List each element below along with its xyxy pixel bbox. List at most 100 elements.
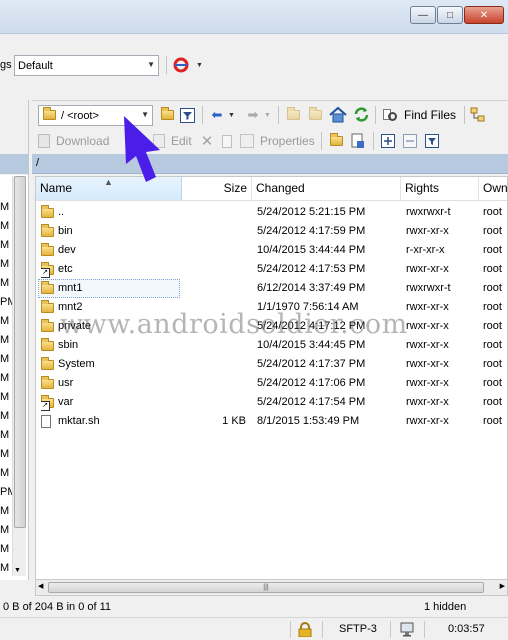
- file-owner: root: [483, 301, 502, 313]
- file-size: [184, 241, 246, 260]
- local-list-item[interactable]: M: [0, 350, 12, 369]
- sync-icon[interactable]: [172, 56, 190, 74]
- local-list-item[interactable]: M: [0, 540, 12, 559]
- folder-icon: [41, 241, 55, 260]
- local-list-item[interactable]: M: [0, 255, 12, 274]
- local-list-item[interactable]: M: [0, 217, 12, 236]
- file-row[interactable]: mktar.sh 1 KB 8/1/2015 1:53:49 PM rwxr-xr-x…: [36, 412, 507, 431]
- filter-icon[interactable]: [178, 106, 196, 124]
- local-list-item[interactable]: M: [0, 236, 12, 255]
- minimize-button[interactable]: —: [410, 6, 436, 24]
- folder-icon: [41, 317, 55, 336]
- scroll-right-icon[interactable]: ▶: [500, 582, 505, 590]
- parent-directory-icon[interactable]: [284, 106, 302, 124]
- toolbar-separator: [278, 106, 279, 124]
- local-list-item[interactable]: M: [0, 559, 12, 578]
- file-row[interactable]: var 5/24/2012 4:17:54 PM rwxr-xr-x root: [36, 393, 507, 412]
- scrollbar-thumb[interactable]: [14, 176, 26, 528]
- session-time: 0:03:57: [448, 623, 485, 635]
- remote-path-bar: /: [32, 154, 508, 174]
- unselect-files-icon[interactable]: [401, 132, 419, 150]
- local-list-item[interactable]: M: [0, 445, 12, 464]
- transfer-settings-select[interactable]: Default ▼: [14, 55, 159, 76]
- column-header-rights[interactable]: Rights: [401, 177, 479, 200]
- network-icon: [400, 622, 416, 640]
- file-size: [184, 222, 246, 241]
- file-rights: rwxrwxr-t: [406, 206, 451, 218]
- file-owner: root: [483, 244, 502, 256]
- refresh-icon[interactable]: [352, 105, 370, 123]
- column-header-size[interactable]: Size: [182, 177, 252, 200]
- local-list-item[interactable]: M: [0, 426, 12, 445]
- maximize-button[interactable]: □: [437, 6, 463, 24]
- close-button[interactable]: ✕: [464, 6, 504, 24]
- file-row[interactable]: bin 5/24/2012 4:17:59 PM rwxr-xr-x root: [36, 222, 507, 241]
- delete-icon[interactable]: ✕: [198, 132, 216, 150]
- window-title-bar: — □ ✕: [0, 0, 508, 34]
- settings-label: gs: [0, 59, 12, 71]
- local-list-item[interactable]: M: [0, 407, 12, 426]
- rename-icon[interactable]: [218, 132, 236, 150]
- horizontal-scrollbar[interactable]: ◀ ||| ▶: [35, 580, 508, 596]
- file-row[interactable]: etc 5/24/2012 4:17:53 PM rwxr-xr-x root: [36, 260, 507, 279]
- select-files-icon[interactable]: [379, 132, 397, 150]
- toolbar-separator: [321, 132, 322, 150]
- find-files-button[interactable]: Find Files: [383, 106, 456, 124]
- local-list-item[interactable]: M: [0, 369, 12, 388]
- properties-button[interactable]: Properties: [240, 132, 315, 150]
- folder-link-icon: [41, 260, 55, 279]
- file-owner: root: [483, 263, 502, 275]
- scrollbar-thumb[interactable]: |||: [48, 582, 484, 593]
- properties-label: Properties: [260, 134, 315, 148]
- column-header-owner[interactable]: Owner: [479, 177, 507, 200]
- file-row[interactable]: System 5/24/2012 4:17:37 PM rwxr-xr-x root: [36, 355, 507, 374]
- local-list-item[interactable]: M: [0, 331, 12, 350]
- file-row[interactable]: .. 5/24/2012 5:21:15 PM rwxrwxr-t root: [36, 203, 507, 222]
- file-owner: root: [483, 339, 502, 351]
- local-list-item[interactable]: M: [0, 274, 12, 293]
- local-path-bar: [0, 154, 29, 174]
- folder-icon: [41, 222, 55, 241]
- file-row[interactable]: usr 5/24/2012 4:17:06 PM rwxr-xr-x root: [36, 374, 507, 393]
- column-header-changed[interactable]: Changed: [252, 177, 401, 200]
- protocol-label: SFTP-3: [339, 623, 377, 635]
- local-list-item[interactable]: M: [0, 502, 12, 521]
- chevron-down-icon[interactable]: ▼: [228, 112, 235, 119]
- local-vertical-scrollbar[interactable]: ▼: [12, 176, 26, 576]
- chevron-down-icon[interactable]: ▼: [264, 112, 271, 119]
- file-row[interactable]: dev 10/4/2015 3:44:44 PM r-xr-xr-x root: [36, 241, 507, 260]
- file-owner: root: [483, 206, 502, 218]
- tree-view-icon[interactable]: [469, 106, 487, 124]
- new-file-icon[interactable]: [349, 132, 367, 150]
- filter-selection-icon[interactable]: [423, 132, 441, 150]
- file-rights: rwxr-xr-x: [406, 339, 449, 351]
- watermark-text: www.androidsoldier.com: [60, 309, 408, 340]
- local-list-item[interactable]: M: [0, 198, 12, 217]
- status-bar: SFTP-3 0:03:57: [0, 617, 508, 640]
- local-list-item[interactable]: PM: [0, 293, 12, 312]
- local-list-item[interactable]: PM: [0, 483, 12, 502]
- file-name: System: [58, 358, 95, 370]
- local-list-item[interactable]: M: [0, 521, 12, 540]
- scroll-down-icon[interactable]: ▼: [14, 567, 21, 574]
- sort-ascending-icon: ▲: [104, 177, 113, 187]
- file-size: [184, 393, 246, 412]
- new-folder-icon[interactable]: [327, 132, 345, 150]
- back-arrow-icon[interactable]: ⬅: [208, 106, 226, 124]
- file-size: [184, 279, 246, 298]
- chevron-down-icon[interactable]: ▼: [196, 62, 203, 69]
- file-name: usr: [58, 377, 74, 389]
- local-list-item[interactable]: M: [0, 312, 12, 331]
- download-button[interactable]: Download: [38, 132, 109, 150]
- root-directory-icon[interactable]: [306, 106, 324, 124]
- local-list-item[interactable]: M: [0, 388, 12, 407]
- file-row[interactable]: mnt1 6/12/2014 3:37:49 PM rwxrwxr-t root: [36, 279, 507, 298]
- remote-file-list: Name ▲ Size Changed Rights Owner .. 5/24/…: [35, 176, 508, 580]
- scroll-left-icon[interactable]: ◀: [38, 582, 43, 590]
- forward-arrow-icon[interactable]: ➡: [244, 106, 262, 124]
- file-icon: [41, 412, 55, 431]
- home-icon[interactable]: [329, 105, 347, 123]
- file-owner: root: [483, 320, 502, 332]
- hidden-count[interactable]: 1 hidden: [424, 598, 466, 616]
- local-list-item[interactable]: M: [0, 464, 12, 483]
